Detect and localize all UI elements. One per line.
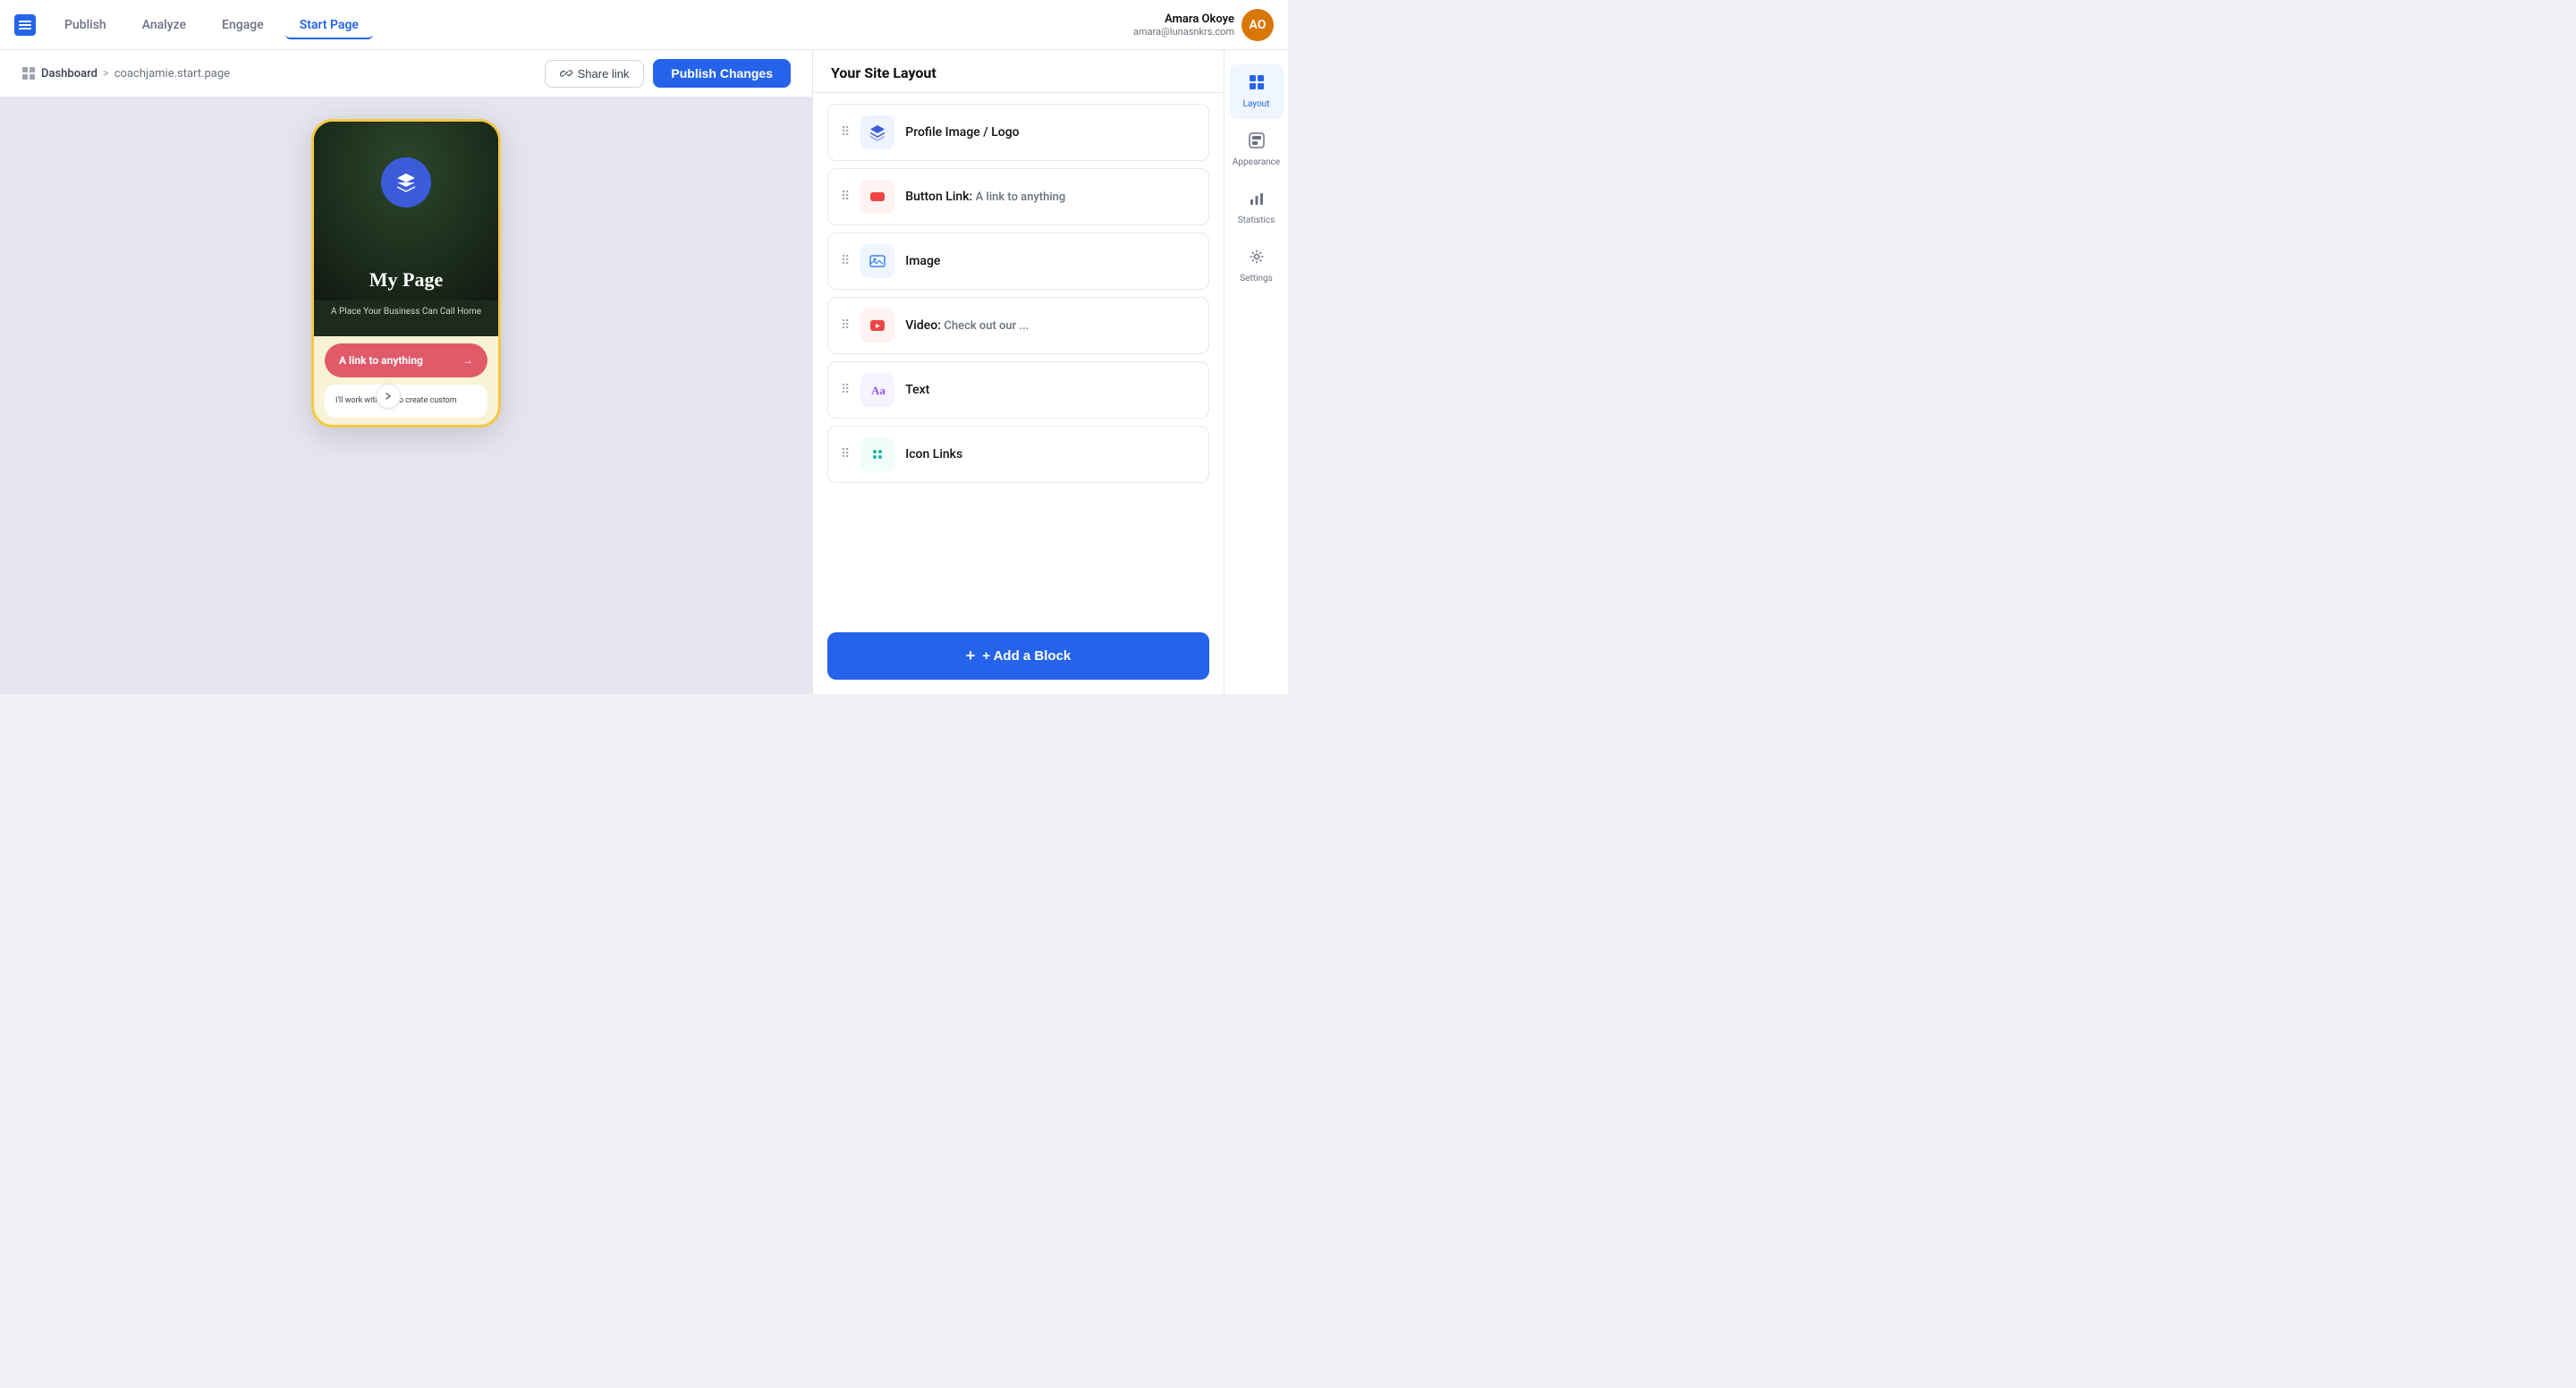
breadcrumb-current: coachjamie.start.page xyxy=(114,67,230,80)
panel-title: Your Site Layout xyxy=(831,64,1206,81)
collapse-toggle[interactable] xyxy=(376,384,401,409)
video-icon-bg xyxy=(860,309,894,343)
breadcrumb-actions: Share link Publish Changes xyxy=(545,59,791,88)
user-info: Amara Okoye amara@lunasnkrs.com xyxy=(1133,13,1234,38)
button-link-icon-bg xyxy=(860,180,894,214)
icon-links-item-label: Icon Links xyxy=(905,447,962,461)
drag-handle: ⠿ xyxy=(841,383,850,397)
profile-item-label: Profile Image / Logo xyxy=(905,125,1019,140)
image-item-label: Image xyxy=(905,254,940,268)
video-item-label: Video: Check out our ... xyxy=(905,318,1029,333)
link-icon xyxy=(560,67,572,80)
phone-page-title: My Page xyxy=(314,268,498,292)
user-name: Amara Okoye xyxy=(1133,13,1234,26)
drag-handle: ⠿ xyxy=(841,254,850,268)
statistics-icon xyxy=(1248,190,1266,212)
layout-item-icon-links[interactable]: ⠿ Icon Links xyxy=(827,426,1209,483)
sidebar-settings-btn[interactable]: Settings xyxy=(1230,239,1284,293)
layout-label: Layout xyxy=(1243,99,1270,110)
site-layout-panel: Your Site Layout ⠿ Profile Image / Logo … xyxy=(812,50,1224,694)
breadcrumb-dashboard[interactable]: Dashboard xyxy=(41,67,97,80)
top-nav: Publish Analyze Engage Start Page Amara … xyxy=(0,0,1288,50)
phone-mockup: My Page A Place Your Business Can Call H… xyxy=(311,119,501,427)
button-link-item-label: Button Link: A link to anything xyxy=(905,190,1065,204)
avatar[interactable]: AO xyxy=(1241,9,1274,41)
settings-label: Settings xyxy=(1240,274,1273,284)
drag-handle: ⠿ xyxy=(841,190,850,204)
app-logo xyxy=(14,14,36,36)
layout-icon xyxy=(1248,73,1266,96)
chevron-right-icon xyxy=(384,392,393,401)
preview-area: My Page A Place Your Business Can Call H… xyxy=(0,97,812,694)
main-area: Dashboard > coachjamie.start.page Share … xyxy=(0,50,812,694)
nav-analyze[interactable]: Analyze xyxy=(128,11,200,39)
grid-dots-icon xyxy=(869,445,886,463)
sidebar-statistics-btn[interactable]: Statistics xyxy=(1230,181,1284,235)
drag-handle: ⠿ xyxy=(841,318,850,333)
statistics-label: Statistics xyxy=(1238,216,1275,226)
panel-header: Your Site Layout xyxy=(813,50,1224,93)
layout-item-video[interactable]: ⠿ Video: Check out our ... xyxy=(827,297,1209,354)
plus-icon: + xyxy=(966,647,976,665)
far-right-sidebar: Layout Appearance Statistics xyxy=(1224,50,1288,694)
breadcrumb: Dashboard > coachjamie.start.page xyxy=(21,66,230,80)
svg-text:Aa: Aa xyxy=(871,384,886,397)
phone-link-button[interactable]: A link to anything → xyxy=(325,343,487,377)
link-square-icon xyxy=(869,188,886,206)
content-area: Dashboard > coachjamie.start.page Share … xyxy=(0,50,1288,694)
buffer-layers-icon xyxy=(394,170,419,195)
nav-publish[interactable]: Publish xyxy=(50,11,121,39)
panel-content: ⠿ Profile Image / Logo ⠿ xyxy=(813,93,1224,625)
image-icon xyxy=(869,252,886,270)
drag-handle: ⠿ xyxy=(841,125,850,140)
phone-header: My Page A Place Your Business Can Call H… xyxy=(314,122,498,336)
profile-icon-bg xyxy=(860,115,894,149)
nav-engage[interactable]: Engage xyxy=(208,11,278,39)
breadcrumb-separator: > xyxy=(103,67,109,80)
settings-icon xyxy=(1248,248,1266,270)
grid-icon xyxy=(21,66,36,80)
layout-item-button-link[interactable]: ⠿ Button Link: A link to anything xyxy=(827,168,1209,225)
image-icon-bg xyxy=(860,244,894,278)
breadcrumb-bar: Dashboard > coachjamie.start.page Share … xyxy=(0,50,812,97)
add-block-button[interactable]: + + Add a Block xyxy=(827,632,1209,680)
drag-handle: ⠿ xyxy=(841,447,850,461)
phone-leaves-background xyxy=(314,122,498,336)
nav-start-page[interactable]: Start Page xyxy=(285,11,373,39)
sidebar-appearance-btn[interactable]: Appearance xyxy=(1230,123,1284,177)
user-email: amara@lunasnkrs.com xyxy=(1133,26,1234,38)
appearance-icon xyxy=(1248,131,1266,154)
text-item-label: Text xyxy=(905,383,929,397)
publish-changes-button[interactable]: Publish Changes xyxy=(653,59,791,88)
layout-item-image[interactable]: ⠿ Image xyxy=(827,233,1209,290)
phone-logo xyxy=(381,157,431,207)
appearance-label: Appearance xyxy=(1233,157,1280,168)
phone-page-subtitle: A Place Your Business Can Call Home xyxy=(314,306,498,318)
sidebar-layout-btn[interactable]: Layout xyxy=(1230,64,1284,119)
youtube-icon xyxy=(869,317,886,334)
layout-item-text[interactable]: ⠿ Aa Text xyxy=(827,361,1209,419)
layout-item-profile[interactable]: ⠿ Profile Image / Logo xyxy=(827,104,1209,161)
layers-icon xyxy=(869,123,886,141)
share-link-button[interactable]: Share link xyxy=(545,60,645,88)
user-profile: Amara Okoye amara@lunasnkrs.com AO xyxy=(1133,9,1274,41)
phone-text-card: I'll work with you to create custom xyxy=(325,385,487,418)
text-icon-bg: Aa xyxy=(860,373,894,407)
phone-frame: My Page A Place Your Business Can Call H… xyxy=(311,119,501,427)
icon-links-icon-bg xyxy=(860,437,894,471)
text-aa-icon: Aa xyxy=(869,381,886,399)
